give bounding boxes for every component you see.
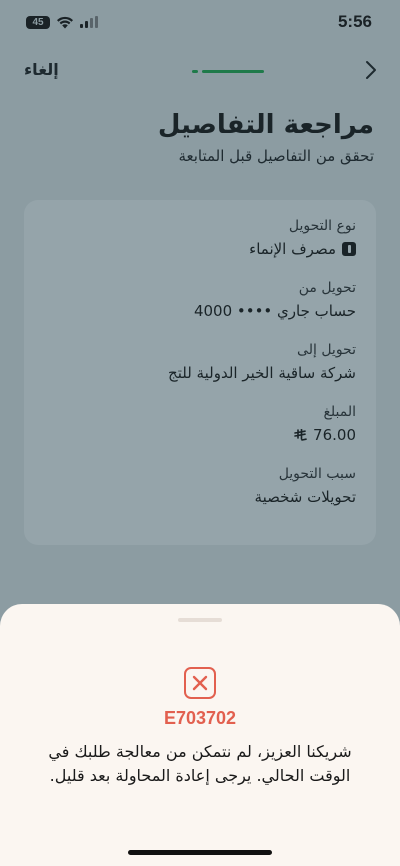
details-card: نوع التحويل مصرف الإنماء تحويل من حساب ج… (24, 200, 376, 545)
detail-value: شركة ساقية الخير الدولية للتج (168, 364, 356, 382)
detail-value: 76.00 (313, 426, 356, 444)
wifi-icon (57, 16, 73, 28)
progress-segment (192, 70, 198, 73)
error-code: E703702 (163, 708, 237, 728)
status-icons: 45 (26, 15, 98, 29)
detail-value: تحويلات شخصية (254, 488, 356, 506)
detail-row-transfer-type: نوع التحويل مصرف الإنماء (44, 218, 356, 258)
detail-row-to: تحويل إلى شركة ساقية الخير الدولية للتج (44, 342, 356, 382)
signal-icon (80, 16, 98, 28)
battery-icon: 45 (26, 15, 50, 29)
sheet-grabber[interactable] (178, 618, 222, 622)
error-message: شريكنا العزيز، لم نتمكن من معالجة طلبك ف… (48, 742, 352, 785)
bank-icon (342, 242, 356, 256)
step-progress (192, 70, 264, 74)
status-time: 5:56 (337, 12, 372, 31)
detail-row-from: تحويل من حساب جاري •••• 4000 (44, 280, 356, 320)
detail-row-amount: المبلغ 76.00 (44, 404, 356, 444)
detail-row-reason: سبب التحويل تحويلات شخصية (44, 466, 356, 506)
progress-segment-active (202, 70, 264, 73)
detail-value-wrap: مصرف الإنماء (44, 240, 356, 258)
detail-label: تحويل إلى (297, 342, 356, 358)
riyal-currency-icon (294, 429, 307, 441)
detail-value: مصرف الإنماء (249, 240, 336, 258)
home-indicator (128, 850, 272, 855)
detail-value-wrap: 76.00 (44, 426, 356, 444)
cancel-button[interactable]: إلغاء (24, 60, 59, 79)
detail-label: المبلغ (323, 404, 356, 420)
close-x-icon (184, 667, 216, 699)
page-subtitle: تحقق من التفاصيل قبل المتابعة (178, 147, 374, 165)
detail-value: حساب جاري •••• 4000 (193, 302, 356, 320)
chevron-right-icon[interactable] (364, 60, 378, 80)
page-title: مراجعة التفاصيل (157, 110, 374, 140)
error-bottom-sheet: E703702 شريكنا العزيز، لم نتمكن من معالج… (0, 604, 400, 866)
top-nav: إلغاء (0, 54, 400, 90)
status-bar: 45 5:56 (0, 0, 400, 44)
detail-label: تحويل من (298, 280, 356, 296)
detail-label: نوع التحويل (288, 218, 356, 234)
detail-label: سبب التحويل (278, 466, 356, 482)
